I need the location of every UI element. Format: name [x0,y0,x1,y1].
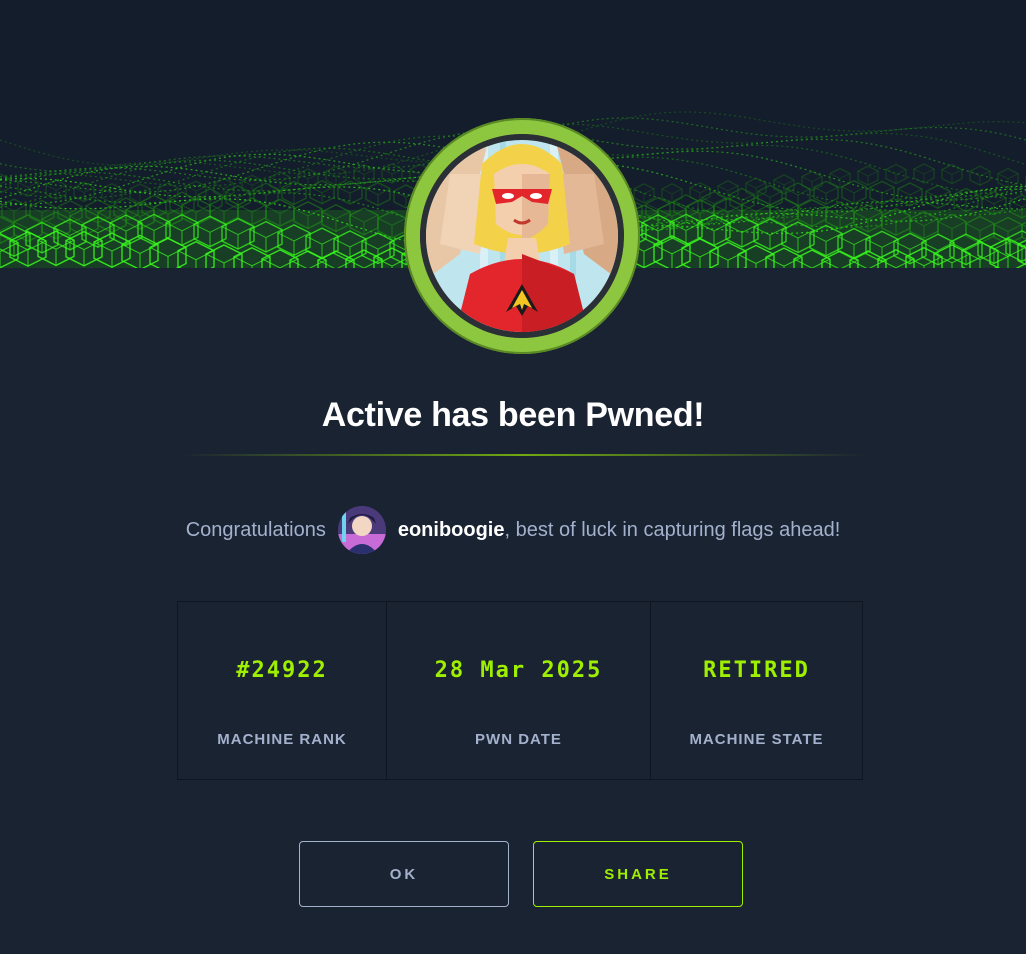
machine-state-value: RETIRED [703,658,810,683]
congrats-suffix: , best of luck in capturing flags ahead! [504,518,841,541]
stat-machine-state: RETIRED MACHINE STATE [651,602,862,779]
machine-rank-label: MACHINE RANK [217,731,347,748]
machine-state-label: MACHINE STATE [689,731,824,748]
pwn-date-label: PWN DATE [475,731,562,748]
stat-machine-rank: #24922 MACHINE RANK [178,602,387,779]
stats-panel: #24922 MACHINE RANK 28 Mar 2025 PWN DATE… [177,601,863,780]
ok-button[interactable]: OK [299,841,509,907]
share-button[interactable]: SHARE [533,841,743,907]
pwn-date-value: 28 Mar 2025 [434,658,603,683]
superhero-avatar-icon [420,134,624,338]
congratulations-message: Congratulations eoniboogie , best of luc… [0,505,1026,555]
machine-rank-value: #24922 [236,658,328,683]
page-title: Active has been Pwned! [321,396,705,434]
username: eoniboogie [397,518,505,541]
stat-pwn-date: 28 Mar 2025 PWN DATE [387,602,651,779]
congrats-prefix: Congratulations [185,518,326,541]
machine-avatar [404,118,640,354]
title-divider [180,454,866,456]
user-avatar-icon [337,506,386,554]
